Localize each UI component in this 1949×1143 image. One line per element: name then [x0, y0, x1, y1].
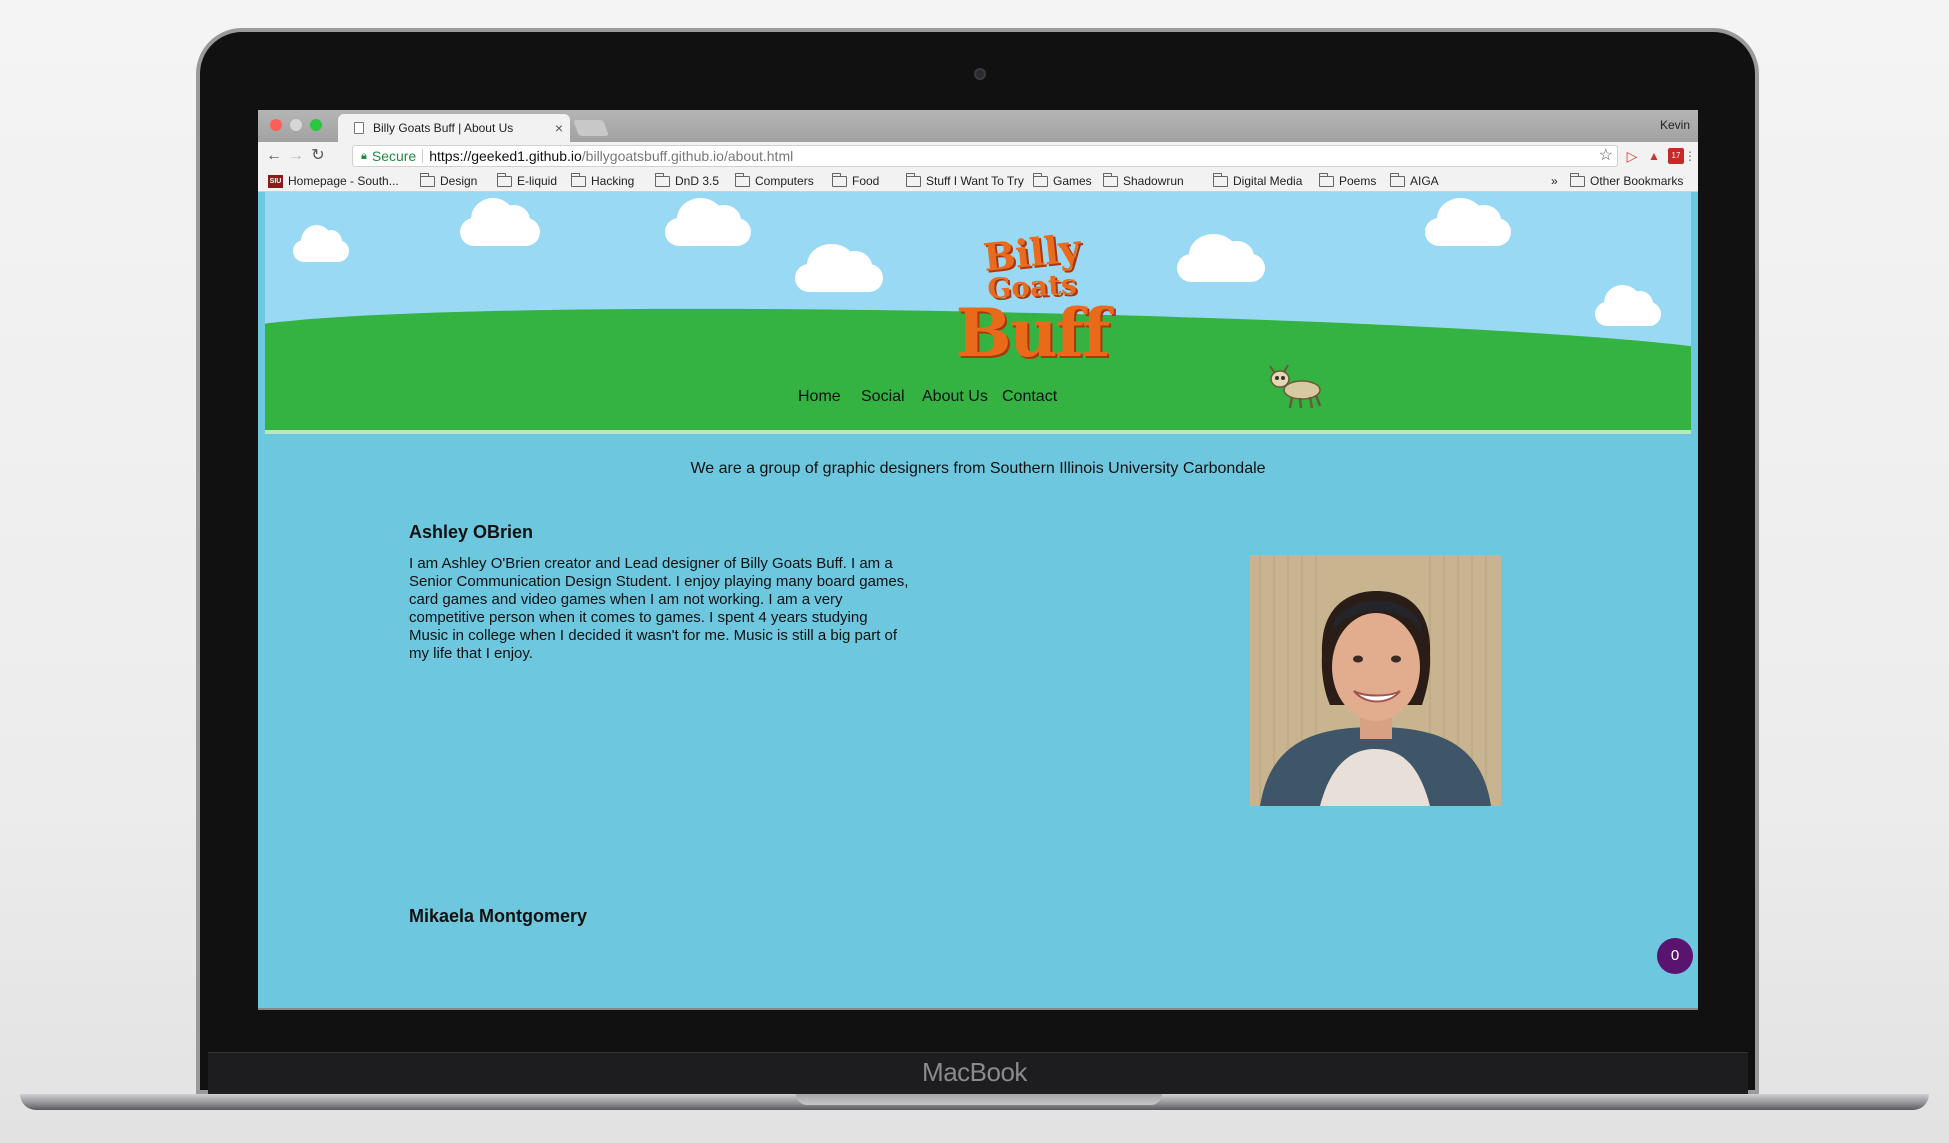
member-bio: I am Ashley O'Brien creator and Lead des… — [409, 555, 909, 662]
goat-mascot-icon — [1269, 364, 1322, 409]
siu-logo-icon: SIU — [268, 174, 283, 188]
bookmark-label: Computers — [755, 174, 814, 188]
secure-label: Secure — [371, 148, 417, 164]
folder-icon — [1319, 172, 1334, 187]
nav-contact-link[interactable]: Contact — [1002, 388, 1057, 406]
browser-tab[interactable]: Billy Goats Buff | About Us × — [338, 114, 570, 142]
bookmark-item[interactable]: Computers — [735, 172, 814, 188]
bookmarks-overflow-button[interactable]: » — [1551, 174, 1558, 188]
cloud-decoration — [795, 244, 883, 292]
menu-dots-icon[interactable]: ⋮ — [1682, 148, 1698, 164]
folder-icon — [735, 172, 750, 187]
bookmark-item[interactable]: E-liquid — [497, 172, 558, 188]
floating-counter-badge[interactable]: 0 — [1657, 938, 1693, 974]
tab-title: Billy Goats Buff | About Us — [373, 121, 514, 135]
bookmark-label: Food — [852, 174, 880, 188]
bookmark-item[interactable]: Poems — [1319, 172, 1377, 188]
address-bar[interactable]: 🔒︎ Secure https://geeked1.github.io/bill… — [352, 145, 1618, 167]
folder-icon — [420, 172, 435, 187]
bookmark-label: Stuff I Want To Try — [926, 174, 1024, 188]
url-path: /billygoatsbuff.github.io/about.html — [581, 148, 794, 164]
member-name: Mikaela Montgomery — [409, 906, 588, 926]
folder-icon — [1570, 172, 1585, 187]
bookmark-item[interactable]: Games — [1033, 172, 1092, 188]
cloud-decoration — [1425, 198, 1511, 246]
intro-text: We are a group of graphic designers from… — [690, 460, 1266, 477]
other-bookmarks-label: Other Bookmarks — [1590, 174, 1684, 188]
nav-home-link[interactable]: Home — [798, 388, 841, 406]
extension-play-icon[interactable]: ▷ — [1624, 148, 1640, 164]
folder-icon — [571, 172, 586, 187]
bookmark-item[interactable]: Digital Media — [1213, 172, 1303, 188]
bookmark-label: E-liquid — [517, 174, 558, 188]
member-photo — [1250, 555, 1501, 806]
bookmarks-bar: » Other Bookmarks SIU Homepage - South...… — [258, 170, 1698, 192]
cloud-decoration — [1177, 234, 1265, 282]
bookmark-item[interactable]: DnD 3.5 — [655, 172, 720, 188]
nav-about-link[interactable]: About Us — [922, 388, 988, 406]
profile-name[interactable]: Kevin — [1660, 118, 1690, 132]
lock-icon: 🔒︎ — [361, 150, 367, 162]
laptop-base-notch — [796, 1094, 1162, 1105]
bookmark-label: Games — [1053, 174, 1092, 188]
bookmark-label: Digital Media — [1233, 174, 1303, 188]
reload-icon[interactable]: ↻ — [308, 146, 328, 166]
bookmark-label: Homepage - South... — [288, 174, 399, 188]
browser-window: Billy Goats Buff | About Us × Kevin ← → … — [258, 110, 1698, 1010]
folder-icon — [655, 172, 670, 187]
screen-edge — [258, 1008, 1698, 1010]
cloud-decoration — [293, 224, 349, 262]
url-host: https://geeked1.github.io — [429, 148, 582, 164]
folder-icon — [1390, 172, 1405, 187]
bookmark-label: Design — [440, 174, 478, 188]
tab-close-icon[interactable]: × — [548, 120, 570, 136]
cloud-decoration — [460, 198, 540, 246]
maximize-window-button[interactable] — [310, 119, 322, 131]
bookmark-label: DnD 3.5 — [675, 174, 720, 188]
billy-goats-buff-logo[interactable]: Billy Goats Buff — [937, 225, 1127, 374]
site-header: Billy Goats Buff Home Social About Us Co… — [265, 192, 1691, 434]
bookmark-item[interactable]: SIU Homepage - South... — [268, 174, 399, 188]
bookmark-item[interactable]: Stuff I Want To Try — [906, 172, 1024, 188]
folder-icon — [1103, 172, 1118, 187]
cloud-decoration — [665, 198, 751, 246]
page-icon — [354, 122, 364, 134]
close-window-button[interactable] — [270, 119, 282, 131]
minimize-window-button[interactable] — [290, 119, 302, 131]
folder-icon — [497, 172, 512, 187]
tab-strip: Billy Goats Buff | About Us × Kevin — [258, 110, 1698, 142]
other-bookmarks-folder[interactable]: Other Bookmarks — [1570, 172, 1684, 188]
forward-arrow-icon[interactable]: → — [286, 146, 306, 166]
bookmark-label: Poems — [1339, 174, 1377, 188]
macbook-brand-label: MacBook — [922, 1057, 1027, 1087]
new-tab-button[interactable] — [573, 120, 609, 136]
folder-icon — [1213, 172, 1228, 187]
bookmark-star-icon[interactable]: ☆ — [1599, 146, 1613, 166]
back-arrow-icon[interactable]: ← — [264, 146, 284, 166]
nav-social-link[interactable]: Social — [861, 388, 905, 406]
bookmark-item[interactable]: Food — [832, 172, 880, 188]
folder-icon — [906, 172, 921, 187]
browser-toolbar: ← → ↻ 🔒︎ Secure https://geeked1.github.i… — [258, 142, 1698, 170]
bookmark-item[interactable]: AIGA — [1390, 172, 1439, 188]
member-name: Ashley OBrien — [409, 522, 534, 542]
cloud-decoration — [1595, 285, 1661, 326]
bookmark-item[interactable]: Design — [420, 172, 478, 188]
bookmark-label: AIGA — [1410, 174, 1439, 188]
folder-icon — [832, 172, 847, 187]
camera-icon — [974, 68, 986, 80]
header-edge — [265, 430, 1691, 434]
extension-alert-icon[interactable]: ▲ — [1646, 148, 1662, 164]
bookmark-item[interactable]: Shadowrun — [1103, 172, 1184, 188]
bookmark-label: Shadowrun — [1123, 174, 1184, 188]
logo-line-3: Buff — [955, 294, 1111, 372]
bookmark-item[interactable]: Hacking — [571, 172, 635, 188]
bookmark-label: Hacking — [591, 174, 635, 188]
folder-icon — [1033, 172, 1048, 187]
address-divider — [422, 149, 424, 163]
